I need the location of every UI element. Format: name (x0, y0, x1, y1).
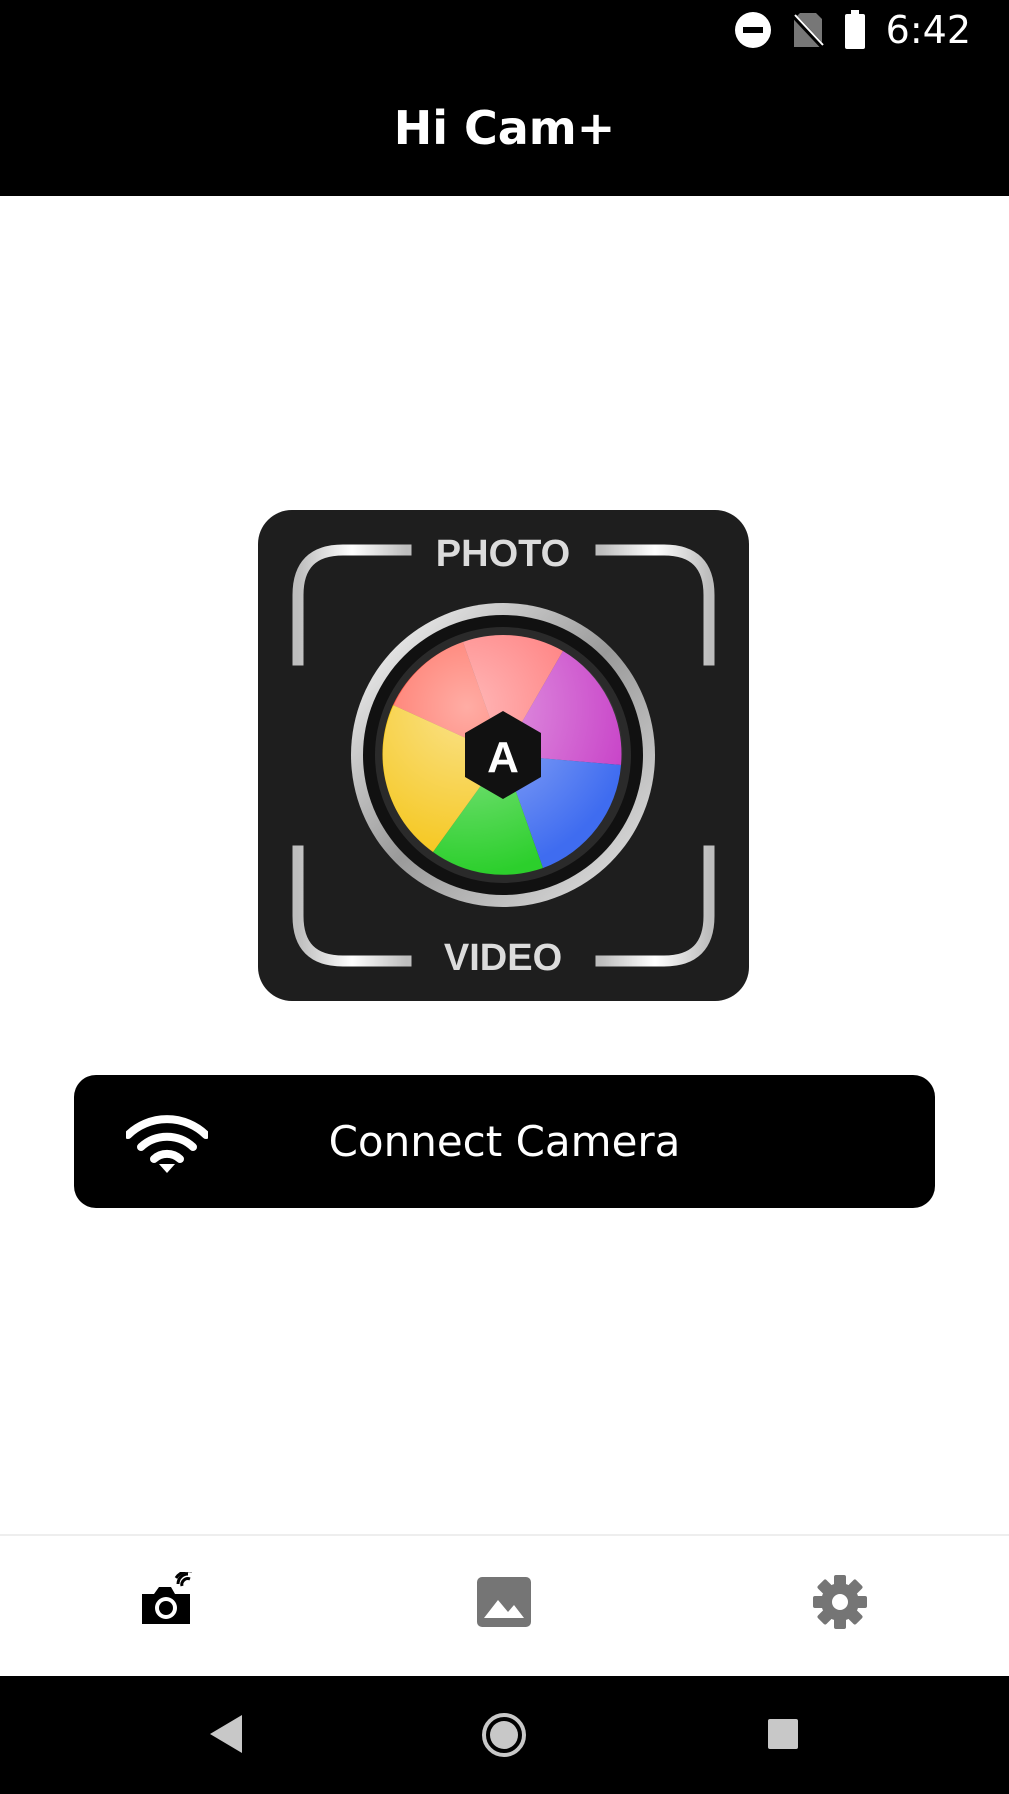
wifi-icon (126, 1115, 208, 1173)
app-title: Hi Cam+ (393, 101, 616, 155)
logo-center-letter: A (487, 733, 519, 782)
system-navigation-bar (0, 1676, 1009, 1794)
camera-icon (142, 1569, 193, 1624)
logo-graphic: PHOTO VIDEO A (258, 510, 749, 1001)
logo-photo-text: PHOTO (436, 533, 570, 575)
status-bar: 6:42 (0, 0, 1009, 60)
app-bar: Hi Cam+ (0, 60, 1009, 196)
nav-item-gallery[interactable] (474, 1572, 534, 1632)
do-not-disturb-icon (734, 12, 771, 48)
settings-icon (813, 1575, 867, 1629)
status-icons: 6:42 (734, 8, 971, 52)
nav-item-settings[interactable] (810, 1572, 870, 1632)
connect-camera-label: Connect Camera (328, 1117, 681, 1166)
home-icon[interactable] (481, 1712, 527, 1758)
gallery-icon (477, 1577, 531, 1627)
back-icon[interactable] (208, 1713, 244, 1755)
recents-icon[interactable] (767, 1718, 799, 1750)
status-time: 6:42 (885, 8, 971, 52)
no-sim-icon (791, 13, 824, 49)
logo-video-text: VIDEO (444, 937, 562, 979)
battery-icon (844, 10, 865, 49)
app-logo: PHOTO VIDEO A (258, 510, 749, 1001)
bottom-navigation (0, 1534, 1009, 1676)
nav-item-camera[interactable] (138, 1569, 198, 1632)
connect-camera-button[interactable]: Connect Camera (74, 1075, 935, 1208)
